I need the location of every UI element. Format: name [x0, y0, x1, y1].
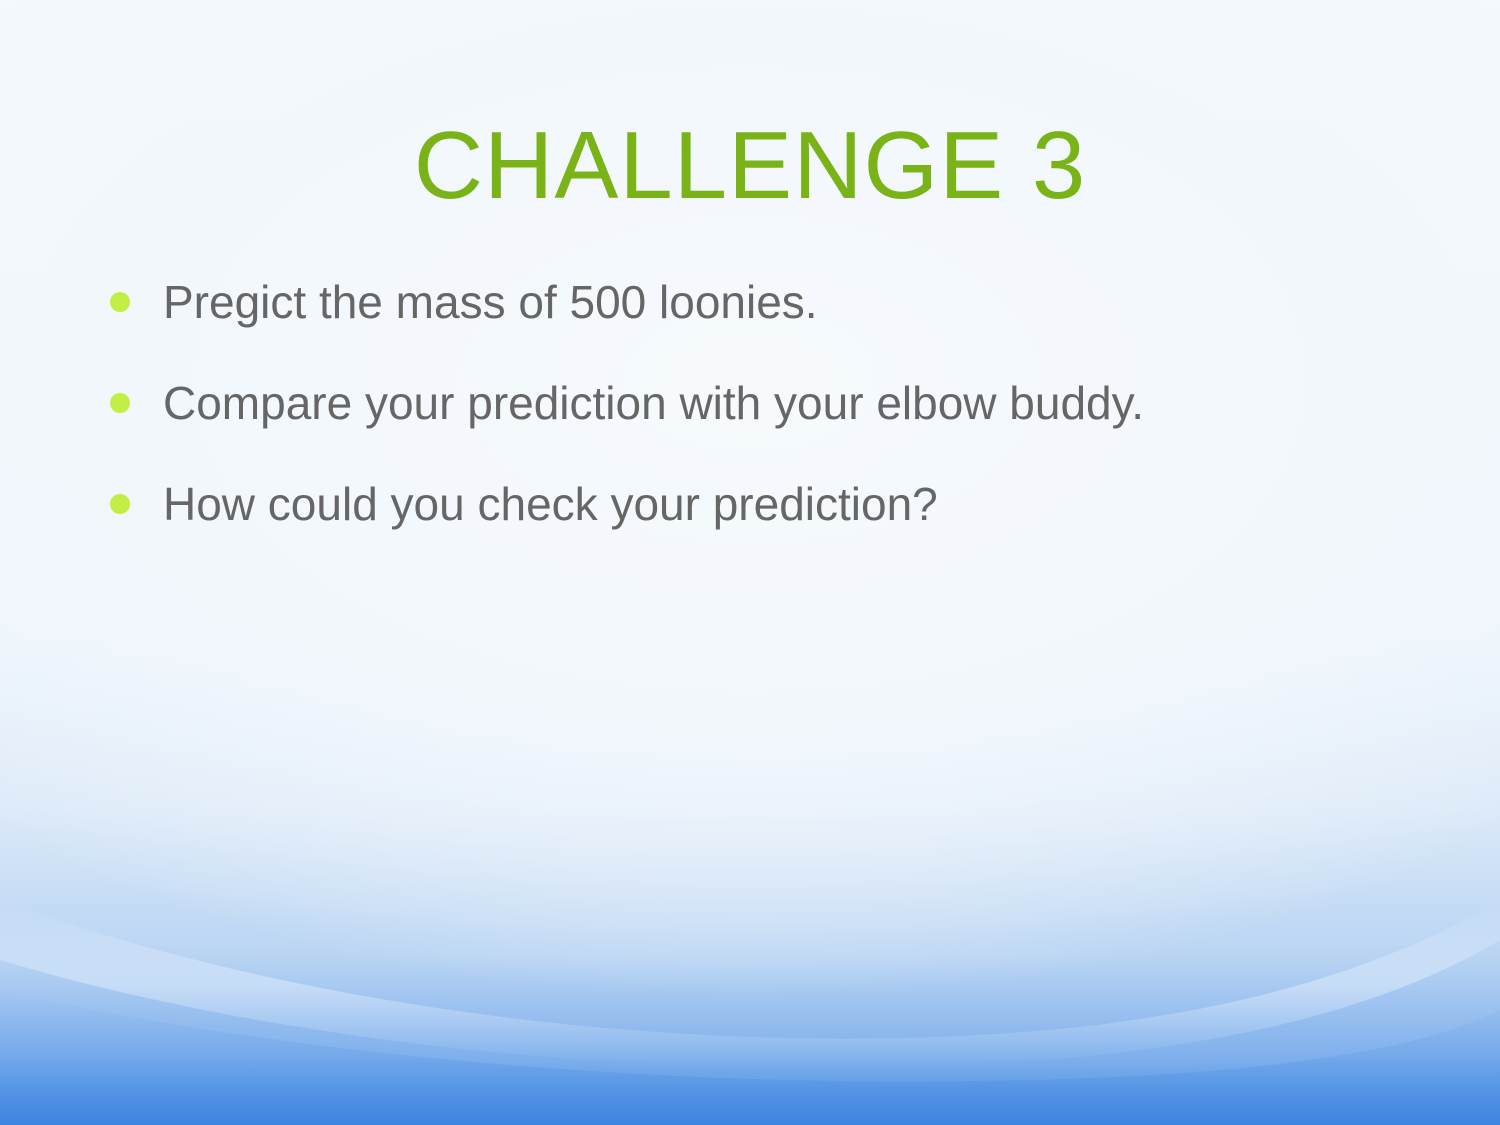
slide-title: CHALLENGE 3 [413, 112, 1087, 219]
bullet-dot-icon [110, 393, 130, 413]
bullet-item: Compare your prediction with your elbow … [108, 376, 1144, 477]
bullet-text: Pregict the mass of 500 loonies. [163, 276, 818, 328]
bullet-dot-icon [110, 494, 130, 514]
bullet-text: How could you check your prediction? [163, 478, 938, 530]
slide: CHALLENGE 3 Pregict the mass of 500 loon… [0, 0, 1500, 1125]
bullet-item: Pregict the mass of 500 loonies. [108, 275, 1144, 376]
bullet-list: Pregict the mass of 500 loonies. Compare… [108, 275, 1144, 578]
bullet-text: Compare your prediction with your elbow … [163, 377, 1144, 429]
bullet-dot-icon [110, 292, 130, 312]
bullet-item: How could you check your prediction? [108, 477, 1144, 578]
